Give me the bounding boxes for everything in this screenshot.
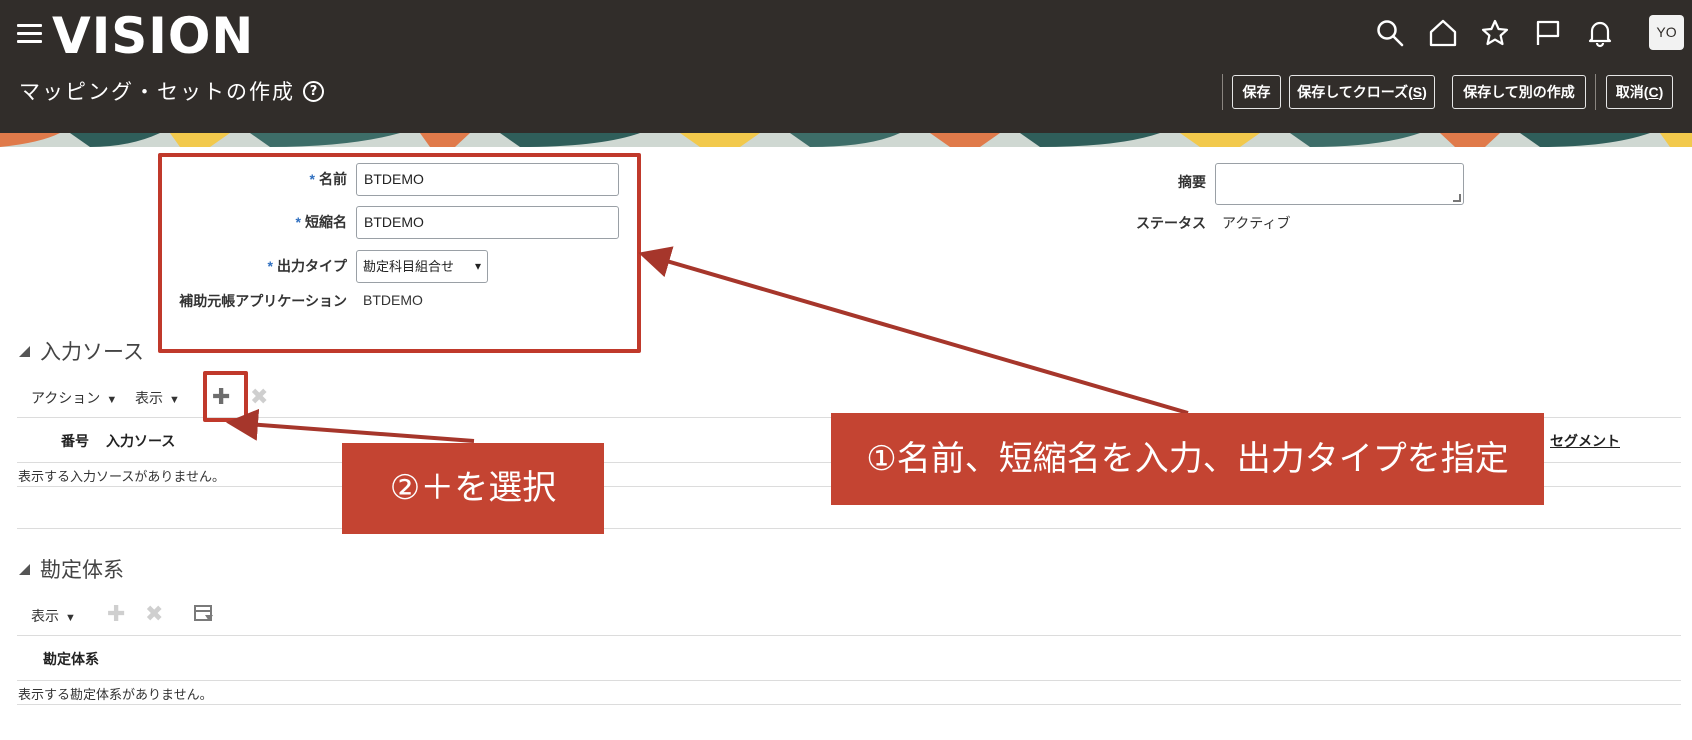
annotation-arrows (226, 246, 1189, 443)
annotation-callout-1: ①名前、短縮名を入力、出力タイプを指定 (831, 413, 1544, 505)
annotation-callout-2: ②＋を選択 (342, 443, 604, 534)
